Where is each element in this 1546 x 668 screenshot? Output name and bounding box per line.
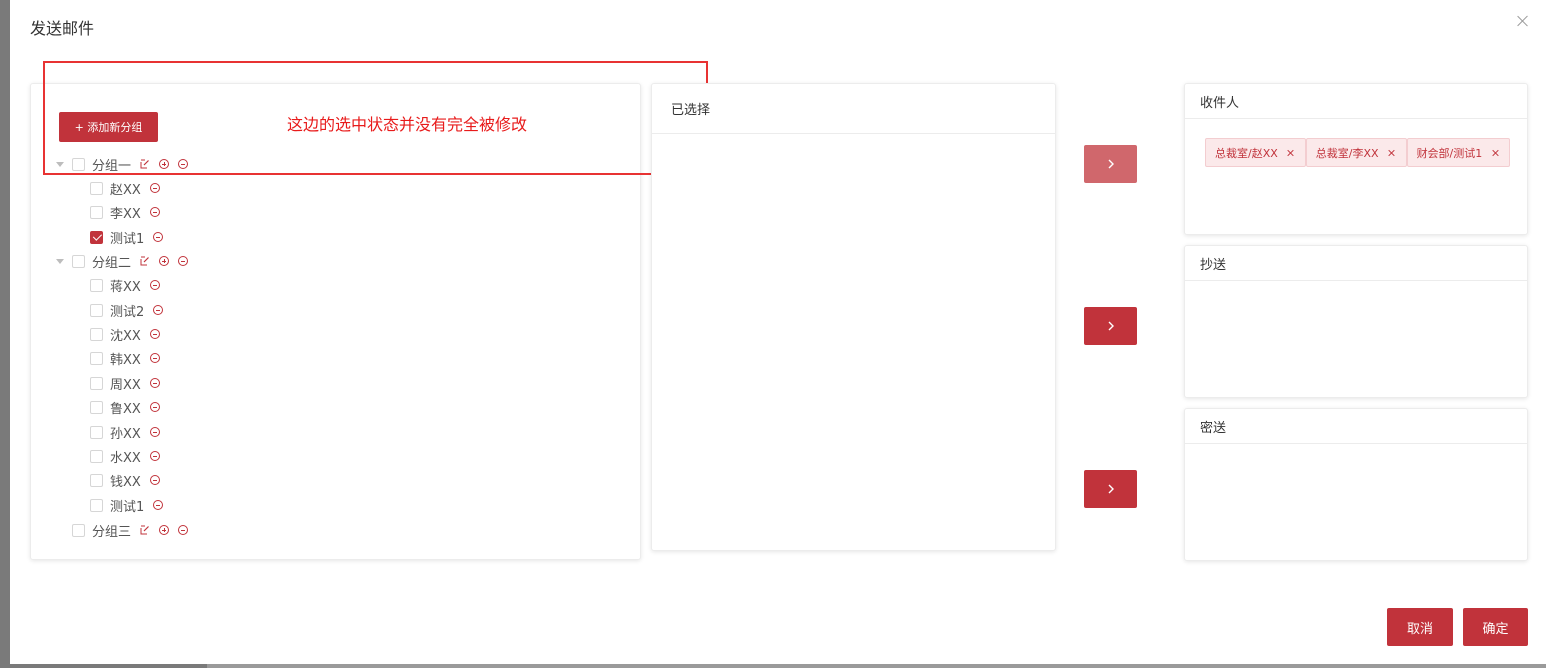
remove-member-icon[interactable]	[149, 427, 160, 437]
remove-member-icon[interactable]	[153, 500, 164, 510]
tag-label: 总裁室/李XX	[1315, 146, 1379, 160]
member-checkbox[interactable]	[90, 278, 103, 292]
tag-close-icon[interactable]	[1286, 148, 1296, 158]
recipient-tag: 财会部/测试1	[1406, 138, 1511, 167]
remove-group-icon[interactable]	[178, 256, 189, 266]
member-label: 测试2	[110, 304, 145, 320]
tree-member[interactable]: 测试1	[90, 226, 164, 248]
group-checkbox[interactable]	[72, 254, 85, 268]
member-checkbox[interactable]	[90, 449, 103, 463]
tree-group-2[interactable]: 分组二	[56, 250, 189, 272]
member-checkbox[interactable]	[90, 205, 103, 219]
tree-member[interactable]: 赵XX	[90, 177, 160, 199]
group-checkbox[interactable]	[72, 523, 85, 537]
tree-member[interactable]: 水XX	[90, 445, 160, 467]
member-label: 赵XX	[110, 182, 141, 198]
tree-member[interactable]: 沈XX	[90, 323, 160, 345]
recipient-cc-title: 抄送	[1185, 246, 1527, 281]
tree-group-3[interactable]: 分组三	[56, 519, 189, 541]
tree-member[interactable]: 周XX	[90, 372, 160, 394]
chevron-right-icon	[1108, 321, 1114, 331]
member-checkbox[interactable]	[90, 303, 103, 317]
tree-member[interactable]: 鲁XX	[90, 396, 160, 418]
member-checkbox[interactable]	[90, 473, 103, 487]
cancel-button[interactable]: 取消	[1387, 608, 1453, 646]
add-member-icon[interactable]	[159, 256, 170, 266]
tag-label: 总裁室/赵XX	[1215, 146, 1278, 160]
group-label: 分组二	[92, 255, 132, 271]
member-label: 韩XX	[110, 352, 141, 368]
confirm-button[interactable]: 确定	[1463, 608, 1528, 646]
recipient-bcc-panel: 密送	[1184, 408, 1528, 561]
recipient-to-panel: 收件人 总裁室/赵XX 总裁室/李XX 财会部/测试1	[1184, 83, 1528, 235]
add-to-recipient-button[interactable]	[1084, 145, 1137, 183]
member-label: 李XX	[110, 206, 141, 222]
recipient-tag: 总裁室/赵XX	[1205, 138, 1306, 167]
tree-member[interactable]: 李XX	[90, 201, 160, 223]
recipient-tags: 总裁室/赵XX 总裁室/李XX 财会部/测试1	[1205, 138, 1511, 167]
member-label: 孙XX	[110, 426, 141, 442]
remove-member-icon[interactable]	[153, 232, 164, 242]
chevron-right-icon	[1108, 159, 1114, 169]
tree-member[interactable]: 蒋XX	[90, 274, 160, 296]
remove-member-icon[interactable]	[153, 305, 164, 315]
tree-member[interactable]: 孙XX	[90, 421, 160, 443]
member-label: 鲁XX	[110, 401, 141, 417]
tree-member[interactable]: 钱XX	[90, 469, 160, 491]
recipient-tag: 总裁室/李XX	[1305, 138, 1407, 167]
add-to-bcc-button[interactable]	[1084, 470, 1137, 508]
member-checkbox-checked[interactable]	[90, 230, 103, 244]
tree-member[interactable]: 韩XX	[90, 347, 160, 369]
edit-icon[interactable]	[140, 256, 150, 266]
chevron-right-icon	[1108, 484, 1114, 494]
member-label: 沈XX	[110, 328, 141, 344]
expand-caret-icon[interactable]	[56, 258, 64, 264]
member-checkbox[interactable]	[90, 425, 103, 439]
selected-panel: 已选择	[651, 83, 1056, 551]
selected-panel-title: 已选择	[652, 84, 1055, 134]
edit-icon[interactable]	[140, 525, 150, 535]
tag-close-icon[interactable]	[1387, 148, 1397, 158]
group-label: 分组三	[92, 524, 132, 540]
member-checkbox[interactable]	[90, 181, 103, 195]
member-label: 蒋XX	[110, 279, 141, 295]
send-mail-dialog: 发送邮件 + 添加新分组 分组一 赵XX 李XX 测试1 分组二 蒋XX 测试2…	[10, 0, 1546, 664]
dialog-title: 发送邮件	[30, 19, 95, 38]
member-label: 周XX	[110, 377, 141, 393]
add-member-icon[interactable]	[159, 525, 170, 535]
remove-member-icon[interactable]	[149, 183, 160, 193]
remove-member-icon[interactable]	[149, 378, 160, 388]
remove-member-icon[interactable]	[149, 451, 160, 461]
recipient-cc-panel: 抄送	[1184, 245, 1528, 398]
remove-member-icon[interactable]	[149, 280, 160, 290]
add-to-cc-button[interactable]	[1084, 307, 1137, 345]
tag-close-icon[interactable]	[1490, 148, 1500, 158]
member-checkbox[interactable]	[90, 376, 103, 390]
member-checkbox[interactable]	[90, 400, 103, 414]
tag-label: 财会部/测试1	[1416, 146, 1483, 160]
backdrop-strip	[0, 664, 1546, 668]
tree-member[interactable]: 测试1	[90, 494, 164, 516]
close-icon[interactable]	[1515, 13, 1531, 29]
tree-member[interactable]: 测试2	[90, 299, 164, 321]
annotation-text: 这边的选中状态并没有完全被修改	[287, 115, 528, 134]
member-label: 测试1	[110, 231, 145, 247]
member-label: 钱XX	[110, 474, 141, 490]
member-label: 测试1	[110, 499, 145, 515]
recipient-to-title: 收件人	[1185, 84, 1527, 119]
remove-member-icon[interactable]	[149, 207, 160, 217]
remove-group-icon[interactable]	[178, 525, 189, 535]
remove-member-icon[interactable]	[149, 402, 160, 412]
member-checkbox[interactable]	[90, 327, 103, 341]
member-checkbox[interactable]	[90, 351, 103, 365]
remove-member-icon[interactable]	[149, 475, 160, 485]
remove-member-icon[interactable]	[149, 329, 160, 339]
member-label: 水XX	[110, 450, 141, 466]
member-checkbox[interactable]	[90, 498, 103, 512]
recipient-bcc-title: 密送	[1185, 409, 1527, 444]
remove-member-icon[interactable]	[149, 353, 160, 363]
